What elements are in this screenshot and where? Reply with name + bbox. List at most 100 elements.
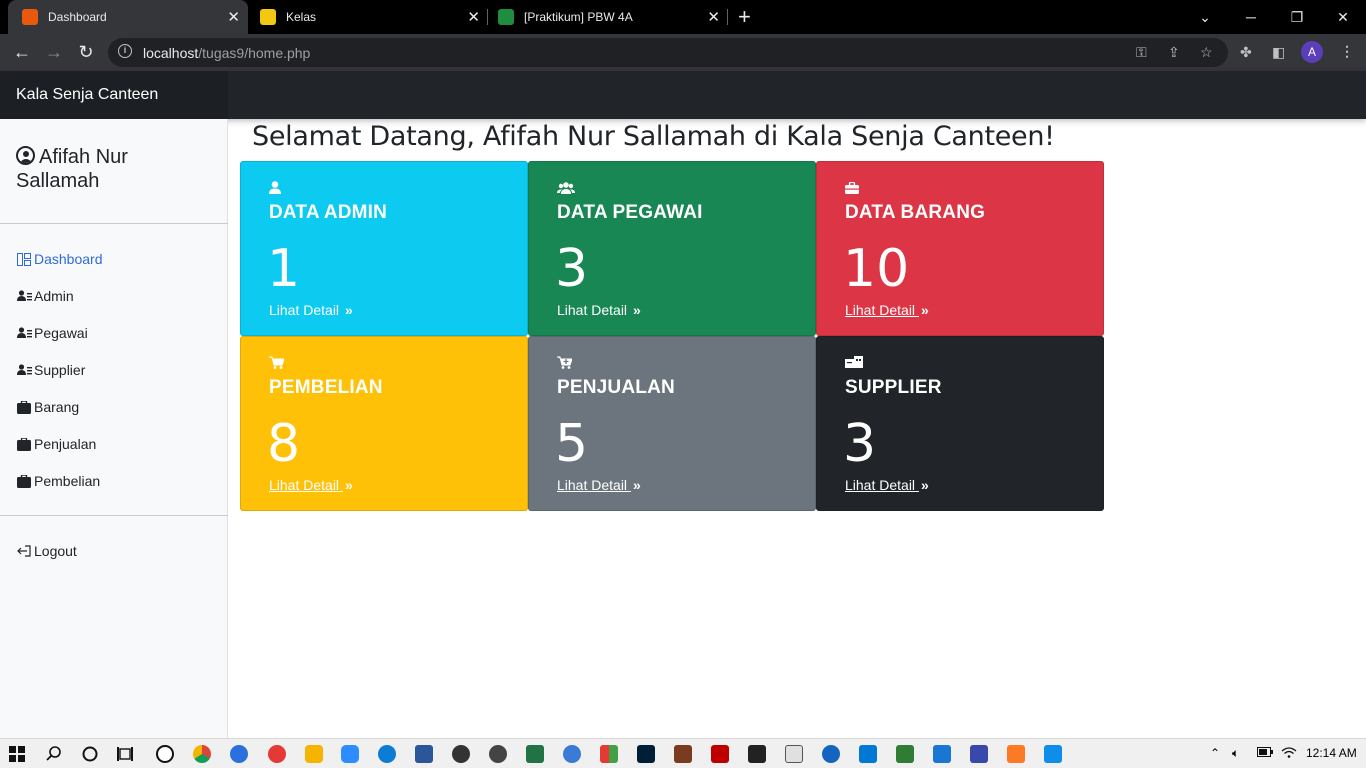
sidebar-item-dashboard[interactable]: Dashboard (16, 249, 103, 269)
forward-icon[interactable]: → (41, 39, 67, 65)
detail-link[interactable]: Lihat Detail » (269, 302, 353, 318)
chevrons-right-icon: » (632, 477, 641, 493)
sidebar-item-penjualan[interactable]: Penjualan (16, 434, 96, 454)
card-title: PEMBELIAN (269, 377, 383, 398)
divider (0, 515, 228, 516)
windows-taskbar: ⌃ 🔈︎ 12:14 AM (0, 738, 1366, 768)
wifi-icon[interactable] (1281, 746, 1297, 761)
search-icon[interactable] (45, 745, 63, 763)
side-panel-icon[interactable]: ◧ (1272, 44, 1285, 61)
card-data-admin: DATA ADMIN 1 Lihat Detail » (240, 161, 528, 336)
browser-menu-icon[interactable]: ⋮ (1340, 43, 1354, 60)
logout-link[interactable]: Logout (16, 541, 77, 561)
app-icon[interactable] (452, 745, 470, 763)
back-icon[interactable]: ← (9, 39, 35, 65)
app-icon[interactable] (268, 745, 286, 763)
cortana-icon[interactable] (81, 745, 99, 763)
classroom-favicon-icon (498, 9, 514, 25)
tab-title: [Praktikum] PBW 4A (524, 10, 633, 24)
card-supplier: SUPPLIER 3 Lihat Detail » (816, 336, 1104, 511)
detail-link[interactable]: Lihat Detail » (269, 477, 353, 493)
chevrons-right-icon: » (344, 477, 353, 493)
network-app-icon[interactable] (230, 745, 248, 763)
battery-icon[interactable] (1257, 746, 1273, 760)
tab-praktikum[interactable]: [Praktikum] PBW 4A ✕ (488, 0, 728, 34)
bookmark-star-icon[interactable]: ☆ (1200, 44, 1213, 61)
clock[interactable]: 12:14 AM (1306, 746, 1357, 760)
layout-icon (16, 252, 32, 266)
chevrons-right-icon: » (344, 302, 353, 318)
extensions-icon[interactable]: ✤ (1240, 44, 1252, 61)
box-icon (16, 400, 32, 414)
app-icon[interactable] (305, 745, 323, 763)
close-tab-icon[interactable]: ✕ (467, 8, 480, 26)
sidebar-item-pegawai[interactable]: Pegawai (16, 323, 88, 343)
detail-link[interactable]: Lihat Detail » (845, 302, 929, 318)
close-tab-icon[interactable]: ✕ (227, 8, 240, 26)
reload-icon[interactable]: ↻ (73, 39, 99, 65)
app-icon[interactable] (600, 745, 618, 763)
new-tab-icon[interactable]: + (738, 4, 751, 30)
excel-app-icon[interactable] (526, 745, 544, 763)
zoom-app-icon[interactable] (341, 745, 359, 763)
tab-title: Dashboard (48, 10, 107, 24)
lightroom-app-icon[interactable] (637, 745, 655, 763)
dosbox-app-icon[interactable] (674, 745, 692, 763)
app-navbar: Kala Senja Canteen (0, 71, 1366, 119)
divider (0, 223, 228, 224)
xampp-favicon-icon (22, 9, 38, 25)
app-icon[interactable] (933, 745, 951, 763)
app-icon[interactable] (785, 745, 803, 763)
show-hidden-icons-icon[interactable]: ⌃ (1210, 746, 1220, 760)
sidebar-item-admin[interactable]: Admin (16, 286, 74, 306)
detail-link[interactable]: Lihat Detail » (557, 477, 641, 493)
classroom-favicon-icon (260, 9, 276, 25)
share-icon[interactable]: ⇪ (1168, 44, 1180, 61)
address-bar[interactable]: i localhost/tugas9/home.php ⚿ ⇪ ☆ (108, 38, 1228, 67)
sidebar-item-pembelian[interactable]: Pembelian (16, 471, 100, 491)
close-window-icon[interactable]: ✕ (1320, 0, 1366, 34)
users-list-icon (16, 363, 32, 377)
logout-icon (16, 544, 32, 558)
detail-link[interactable]: Lihat Detail » (557, 302, 641, 318)
users-list-icon (16, 289, 32, 303)
sidebar-item-supplier[interactable]: Supplier (16, 360, 85, 380)
card-value: 3 (843, 414, 877, 474)
card-pembelian: PEMBELIAN 8 Lihat Detail » (240, 336, 528, 511)
detail-link[interactable]: Lihat Detail » (845, 477, 929, 493)
app-icon[interactable] (822, 745, 840, 763)
user-icon (269, 181, 281, 197)
sidebar-item-barang[interactable]: Barang (16, 397, 79, 417)
minimize-icon[interactable]: ─ (1228, 0, 1274, 34)
task-view-icon[interactable] (116, 745, 134, 763)
tab-kelas[interactable]: Kelas ✕ (248, 0, 488, 34)
close-tab-icon[interactable]: ✕ (707, 8, 720, 26)
site-info-icon[interactable]: i (118, 44, 132, 58)
card-value: 8 (267, 414, 301, 474)
key-icon[interactable]: ⚿ (1136, 44, 1147, 61)
chevrons-right-icon: » (920, 477, 929, 493)
tab-search-icon[interactable]: ⌄ (1182, 0, 1228, 34)
restore-icon[interactable]: ❐ (1274, 0, 1320, 34)
profile-avatar[interactable]: A (1301, 41, 1323, 63)
box-icon (16, 474, 32, 488)
app-icon[interactable] (748, 745, 766, 763)
tab-dashboard[interactable]: Dashboard ✕ (8, 0, 248, 34)
xampp-app-icon[interactable] (156, 745, 174, 763)
edge-app-icon[interactable] (378, 745, 396, 763)
xampp-app-icon[interactable] (1007, 745, 1025, 763)
app-icon[interactable] (970, 745, 988, 763)
filezilla-app-icon[interactable] (711, 745, 729, 763)
windows-start-icon[interactable] (8, 745, 26, 763)
word-app-icon[interactable] (415, 745, 433, 763)
app-icon[interactable] (489, 745, 507, 763)
volume-icon[interactable]: 🔈︎ (1232, 746, 1239, 761)
app-icon[interactable] (896, 745, 914, 763)
vscode-app-icon[interactable] (859, 745, 877, 763)
brand-link[interactable]: Kala Senja Canteen (16, 86, 158, 104)
chrome-app-icon[interactable] (193, 745, 211, 763)
app-icon[interactable] (563, 745, 581, 763)
user-name: Afifah Nur Sallamah (16, 146, 128, 192)
teamviewer-app-icon[interactable] (1044, 745, 1062, 763)
card-value: 3 (555, 239, 589, 299)
